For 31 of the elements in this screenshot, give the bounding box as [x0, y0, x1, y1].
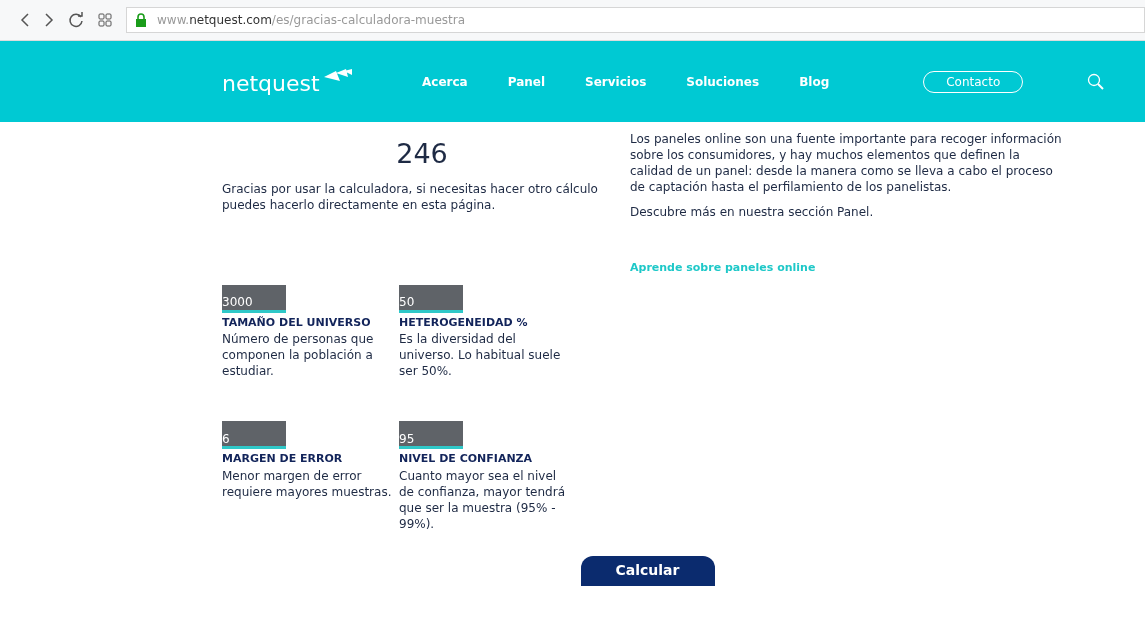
nav-link[interactable]: Acerca: [422, 72, 468, 91]
lock-icon: [135, 13, 147, 27]
field-description: Número de personas que componen la población a estudiar.: [222, 331, 375, 379]
nav-link[interactable]: Panel: [507, 72, 546, 91]
field-description: Menor margen de error requiere mayores muestras.: [222, 467, 393, 500]
field-label: NIVEL DE CONFIANZA: [399, 451, 534, 467]
number-field[interactable]: 6: [222, 421, 286, 449]
info-paragraph: Descubre más en nuestra sección Panel.: [630, 204, 875, 220]
info-paragraph: Los paneles online son una fuente importante para recoger información sobre los consumidores, y hay muchos elementos que definen la calidad de un panel: desde la manera como se lleva a cabo el proceso de captación hasta el perfilamiento de los panelistas.: [630, 131, 1062, 195]
url-text: www.netquest.com/es/gracias-calculadora-muestra: [157, 12, 466, 29]
number-field[interactable]: 95: [399, 421, 463, 449]
back-icon[interactable]: [20, 12, 30, 28]
number-field[interactable]: 3000: [222, 284, 286, 313]
field-label: TAMAÑO DEL UNIVERSO: [222, 314, 372, 331]
field-label: HETEROGENEIDAD %: [399, 314, 529, 331]
learn-link[interactable]: Aprende sobre paneles online: [630, 260, 1062, 276]
nav-link[interactable]: Soluciones: [686, 72, 760, 91]
address-bar[interactable]: www.netquest.com/es/gracias-calculadora-muestra: [126, 7, 1145, 33]
calculate-button[interactable]: Calcular: [580, 555, 715, 586]
field-description: Cuanto mayor sea el nivel de confianza, mayor tendrá que ser la muestra (95% - 99%).: [399, 467, 566, 532]
nav-link[interactable]: Servicios: [585, 72, 647, 91]
number-field[interactable]: 50: [399, 284, 463, 313]
result-value: 246: [395, 137, 449, 171]
grid-icon[interactable]: [98, 13, 112, 27]
forward-icon[interactable]: [44, 12, 54, 28]
nav-link[interactable]: Blog: [799, 72, 830, 91]
field-description: Es la diversidad del universo. Lo habitual suele ser 50%.: [399, 331, 562, 379]
logo-text[interactable]: netquest: [222, 72, 320, 95]
reload-icon[interactable]: [68, 12, 84, 28]
result-message: Gracias por usar la calculadora, si necesitas hacer otro cálculo puedes hacerlo directamente en esta página.: [222, 180, 599, 213]
field-label: MARGEN DE ERROR: [222, 451, 344, 467]
